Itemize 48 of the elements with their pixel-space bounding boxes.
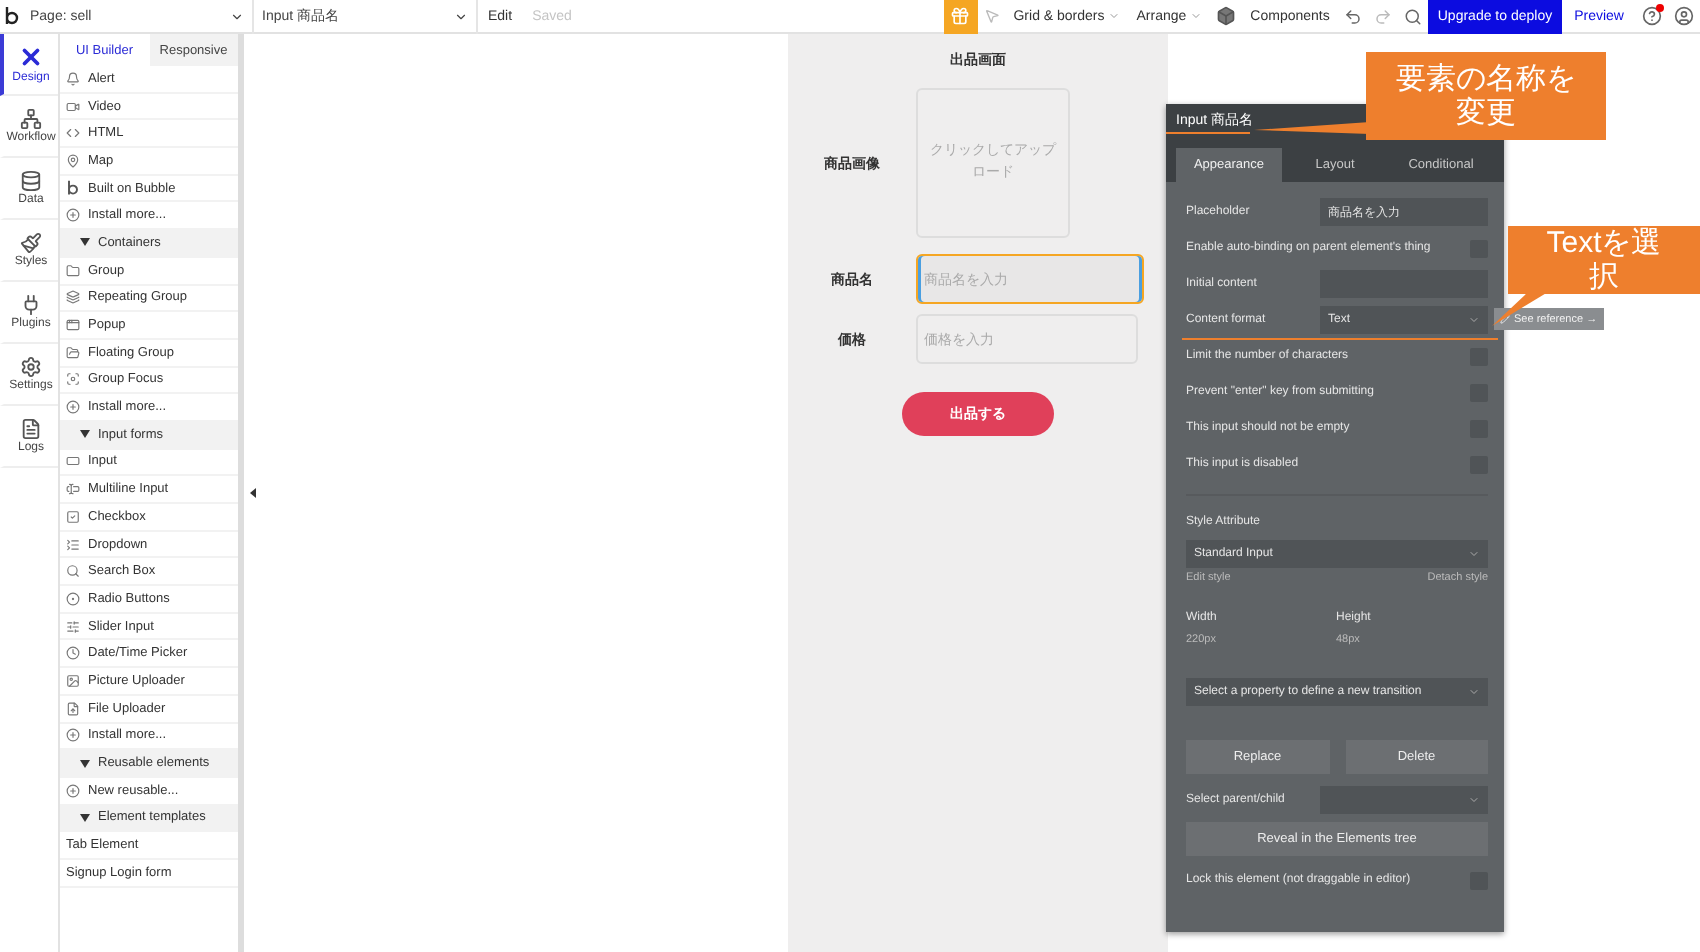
settings-icon [20, 356, 42, 378]
caret-icon [80, 813, 90, 822]
logo-icon [66, 180, 80, 197]
caret-icon [1468, 314, 1480, 326]
list-icon [66, 537, 80, 552]
input-icon [66, 454, 80, 469]
logo-icon [3, 6, 19, 26]
callout: 要素の名称を変更 [1366, 52, 1606, 140]
layers-icon [66, 290, 80, 305]
radio-icon [66, 591, 80, 606]
caret-icon [1468, 794, 1480, 806]
gift-button[interactable] [943, 0, 978, 33]
caret-icon [1468, 548, 1480, 560]
file-icon [66, 701, 80, 716]
sliders-icon [66, 619, 80, 634]
checkbox-icon [66, 509, 80, 524]
plus-circle-icon [66, 728, 80, 743]
window-icon [66, 318, 80, 333]
caret-icon [80, 238, 90, 247]
text-cursor-icon [66, 482, 80, 497]
plus-circle-icon [66, 208, 80, 223]
caret-icon [1468, 686, 1480, 698]
plug-icon [20, 294, 42, 316]
focus-icon [66, 372, 80, 387]
gift-icon [950, 6, 971, 26]
collapse-icon[interactable] [249, 488, 255, 498]
caret-icon [454, 9, 468, 23]
flowchart-icon [20, 108, 42, 130]
pin-icon [66, 153, 80, 168]
video-icon [66, 99, 80, 114]
database-icon [20, 170, 42, 192]
folder-icon [66, 345, 80, 360]
bell-icon [66, 71, 80, 86]
clock-icon [66, 646, 80, 661]
caret-icon [230, 9, 244, 23]
select-field[interactable] [1320, 786, 1488, 814]
document-icon [20, 418, 42, 440]
plus-circle-icon [66, 783, 80, 798]
caret-icon [80, 430, 90, 439]
image-icon [66, 673, 80, 688]
brush-icon [20, 232, 42, 254]
pencil-icon [1500, 314, 1510, 324]
code-icon [66, 126, 80, 141]
caret-icon [80, 759, 90, 768]
search-icon [66, 564, 80, 579]
folder-icon [66, 263, 80, 278]
close-icon [18, 44, 44, 70]
plus-circle-icon [66, 400, 80, 415]
